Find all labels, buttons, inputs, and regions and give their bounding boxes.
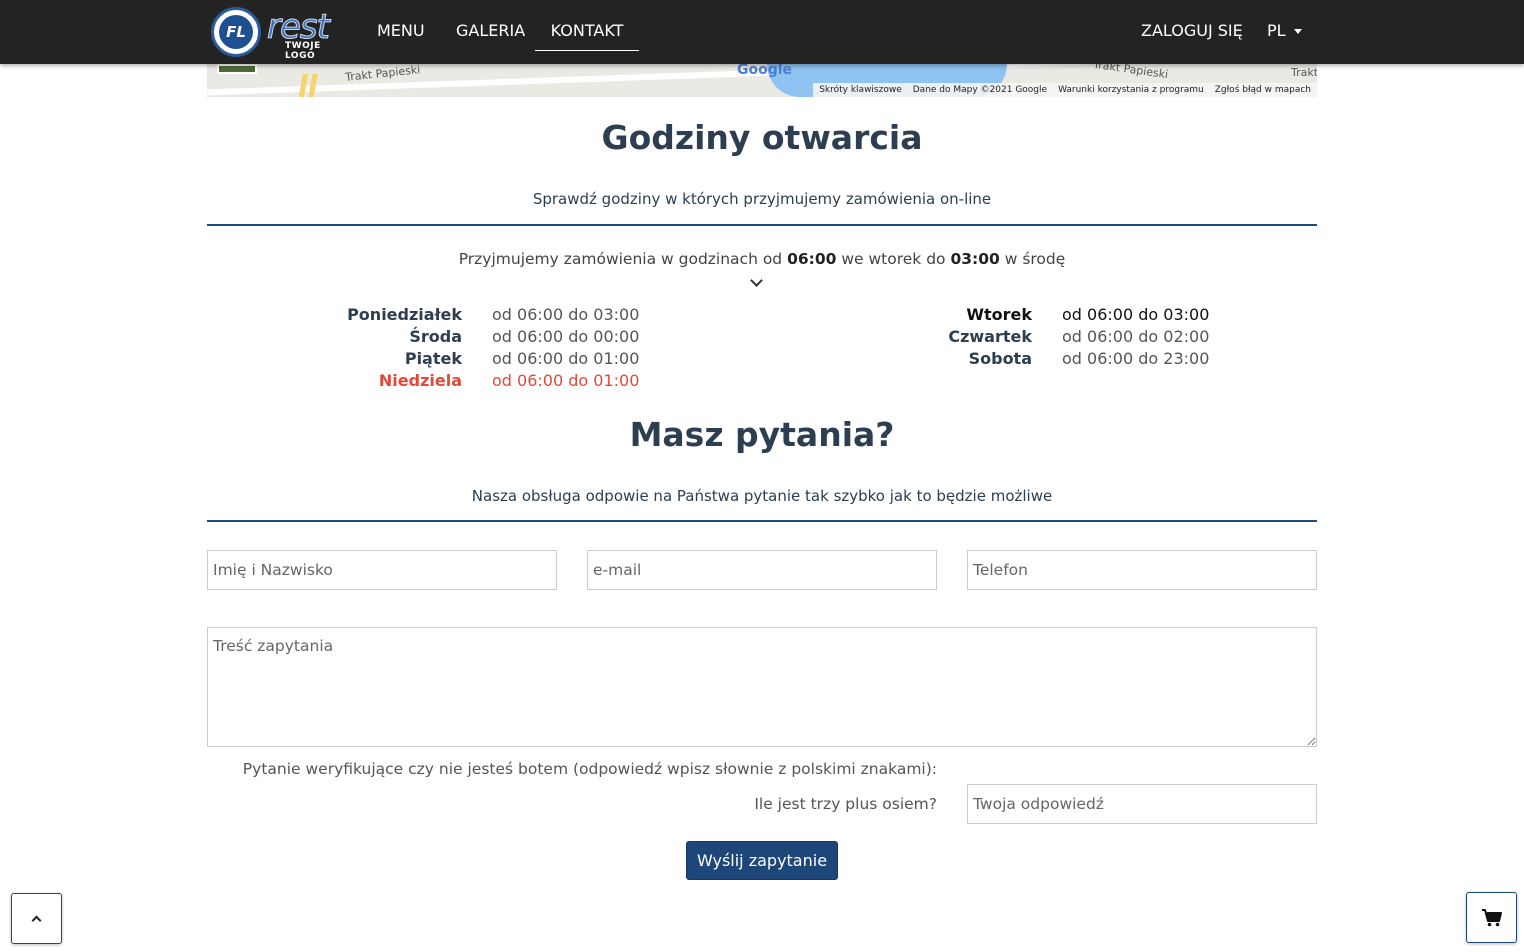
day-wednesday: Środa xyxy=(409,327,462,346)
verify-instructions: Pytanie weryfikujące czy nie jesteś bote… xyxy=(242,760,937,778)
map-road-highlight xyxy=(277,74,337,97)
nav-galeria[interactable]: GALERIA xyxy=(456,0,525,62)
map-terms-link[interactable]: Warunki korzystania z programu xyxy=(1058,83,1204,97)
map-satellite-thumbnail[interactable] xyxy=(217,64,257,74)
google-logo: Google xyxy=(737,64,793,78)
hours-friday: od 06:00 do 01:00 xyxy=(492,349,640,368)
day-saturday: Sobota xyxy=(968,349,1032,368)
contact-title: Masz pytania? xyxy=(629,415,895,454)
hours-summary-mid: we wtorek do xyxy=(836,250,951,268)
chevron-up-icon xyxy=(31,915,42,926)
day-monday: Poniedziałek xyxy=(347,305,462,324)
hours-subtitle: Sprawdź godziny w których przyjmujemy za… xyxy=(532,190,992,208)
map-road-label: Trakt xyxy=(1291,66,1317,79)
map-attribution: Skróty klawiszowe Dane do Mapy ©2021 Goo… xyxy=(813,83,1317,97)
nav-kontakt[interactable]: KONTAKT xyxy=(535,0,639,51)
hours-summary-from: 06:00 xyxy=(787,250,837,268)
day-tuesday: Wtorek xyxy=(966,305,1032,324)
hours-saturday: od 06:00 do 23:00 xyxy=(1062,349,1210,368)
nav-menu[interactable]: MENU xyxy=(377,0,425,62)
scroll-top-button[interactable] xyxy=(11,893,62,944)
language-label: PL xyxy=(1267,21,1286,40)
day-sunday: Niedziela xyxy=(378,371,462,390)
day-friday: Piątek xyxy=(404,349,462,368)
hours-summary-to: 03:00 xyxy=(950,250,1000,268)
name-field[interactable] xyxy=(207,550,557,590)
navbar: FL rest TWOJE LOGO MENU GALERIA KONTAKT … xyxy=(0,0,1524,64)
hours-thursday: od 06:00 do 02:00 xyxy=(1062,327,1210,346)
hours-tuesday: od 06:00 do 03:00 xyxy=(1062,305,1210,324)
hours-title: Godziny otwarcia xyxy=(601,118,923,157)
hours-summary-suffix: w środę xyxy=(999,250,1066,268)
verify-answer-field[interactable] xyxy=(967,784,1317,824)
phone-field[interactable] xyxy=(967,550,1317,590)
logo-badge-text: FL xyxy=(219,15,253,49)
logo-badge: FL xyxy=(211,7,261,57)
hours-sunday: od 06:00 do 01:00 xyxy=(492,371,640,390)
submit-button[interactable]: Wyślij zapytanie xyxy=(686,841,838,880)
map-shortcuts-link[interactable]: Skróty klawiszowe xyxy=(819,83,902,97)
map[interactable]: Trakt Papieski Trakt Papieski Trakt Goog… xyxy=(207,64,1317,97)
day-thursday: Czwartek xyxy=(948,327,1032,346)
logo[interactable]: FL rest TWOJE LOGO xyxy=(211,7,341,61)
cart-icon xyxy=(1481,908,1502,926)
chevron-down-icon[interactable] xyxy=(750,274,763,287)
language-dropdown[interactable]: PL xyxy=(1267,0,1302,62)
map-data-credit: Dane do Mapy ©2021 Google xyxy=(912,85,1048,95)
email-field[interactable] xyxy=(587,550,937,590)
map-road-label: Trakt Papieski xyxy=(1092,64,1169,82)
hours-monday: od 06:00 do 03:00 xyxy=(492,305,640,324)
logo-subtitle: TWOJE LOGO xyxy=(285,41,321,61)
cart-button[interactable] xyxy=(1466,892,1517,943)
hours-wednesday: od 06:00 do 00:00 xyxy=(492,327,640,346)
verify-question: Ile jest trzy plus osiem? xyxy=(754,795,937,813)
contact-subtitle: Nasza obsługa odpowie na Państwa pytanie… xyxy=(471,487,1053,505)
hours-summary: Przyjmujemy zamówienia w godzinach od 06… xyxy=(207,250,1317,268)
map-road-label: Trakt Papieski xyxy=(344,64,421,84)
login-link[interactable]: ZALOGUJ SIĘ xyxy=(1141,0,1243,62)
hours-divider xyxy=(207,224,1317,226)
message-field[interactable] xyxy=(207,627,1317,747)
contact-divider xyxy=(207,520,1317,522)
hours-summary-prefix: Przyjmujemy zamówienia w godzinach od xyxy=(458,250,788,268)
caret-down-icon xyxy=(1293,29,1302,34)
map-report-link[interactable]: Zgłoś błąd w mapach xyxy=(1215,83,1311,97)
